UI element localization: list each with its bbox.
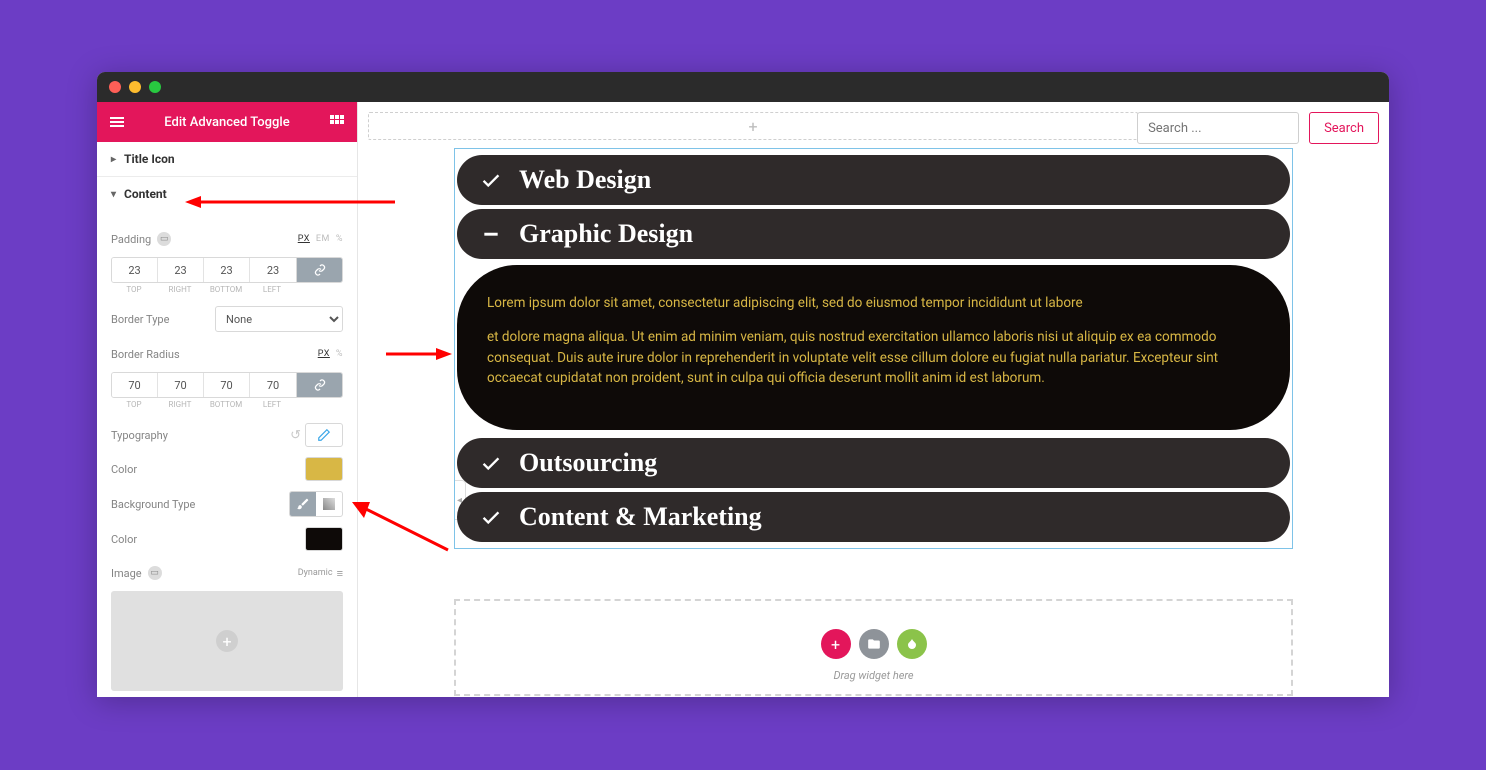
apps-grid-icon[interactable] [329,114,345,130]
accordion-item-2[interactable]: Graphic Design [457,209,1290,259]
accordion-widget[interactable]: Web Design Graphic Design Lorem ipsum do… [454,148,1293,549]
panel-content-toggle[interactable]: ▾Content [97,177,357,211]
link-values-icon[interactable] [296,258,342,282]
window-zoom-icon[interactable] [149,81,161,93]
padding-bottom[interactable] [204,258,250,282]
responsive-icon-2[interactable]: ▭ [148,566,162,580]
accordion-title-1: Web Design [519,165,651,195]
favorites-button[interactable] [897,629,927,659]
text-color-swatch[interactable] [305,457,343,481]
border-radius-label: Border Radius [111,348,318,361]
radius-unit-pct[interactable]: % [336,349,343,359]
accordion-title-3: Outsourcing [519,448,657,478]
radius-right[interactable] [158,373,204,397]
padding-inputs [111,257,343,283]
hamburger-icon[interactable] [109,114,125,130]
unit-px[interactable]: PX [298,234,310,244]
padding-top[interactable] [112,258,158,282]
minus-icon [479,224,503,244]
link-radius-icon[interactable] [296,373,342,397]
padding-right[interactable] [158,258,204,282]
check-icon [479,452,503,474]
unit-pct[interactable]: % [336,234,343,244]
window-minimize-icon[interactable] [129,81,141,93]
accordion-body: Lorem ipsum dolor sit amet, consectetur … [457,265,1290,430]
panel-title-icon-label: Title Icon [124,152,175,166]
add-section-button[interactable]: + [368,112,1138,140]
unit-em[interactable]: EM [316,234,330,244]
bg-color-swatch[interactable] [305,527,343,551]
image-label: Image▭ [111,566,298,580]
typography-reset-icon[interactable]: ↺ [290,428,301,443]
sidebar-header: Edit Advanced Toggle [97,102,357,142]
padding-units: PX EM % [298,234,343,244]
app-window: Edit Advanced Toggle ▸Title Icon ▾Conten… [97,72,1389,697]
border-type-label: Border Type [111,313,215,326]
border-type-select[interactable]: None [215,306,343,332]
add-widget-button[interactable]: + [821,629,851,659]
bg-type-gradient[interactable] [316,492,342,516]
bg-type-label: Background Type [111,498,289,511]
window-close-icon[interactable] [109,81,121,93]
bg-color-label: Color [111,533,305,546]
padding-label: Padding▭ [111,232,298,246]
bg-type-switch [289,491,343,517]
accordion-title-2: Graphic Design [519,219,693,249]
template-library-button[interactable] [859,629,889,659]
radius-unit-px[interactable]: PX [318,349,330,359]
accordion-body-p1: Lorem ipsum dolor sit amet, consectetur … [487,293,1260,313]
typography-edit-button[interactable] [305,423,343,447]
drop-zone-text: Drag widget here [456,669,1291,682]
text-color-label: Color [111,463,305,476]
image-well[interactable]: + [111,591,343,691]
responsive-icon[interactable]: ▭ [157,232,171,246]
panel-content: ▾Content Padding▭ PX EM % [97,177,357,697]
mac-titlebar [97,72,1389,102]
accordion-body-p2: et dolore magna aliqua. Ut enim ad minim… [487,327,1260,388]
add-image-icon: + [216,630,238,652]
bg-type-classic[interactable] [290,492,316,516]
accordion-item-1[interactable]: Web Design [457,155,1290,205]
radius-top[interactable] [112,373,158,397]
radius-left[interactable] [250,373,296,397]
border-radius-inputs [111,372,343,398]
check-icon [479,169,503,191]
accordion-item-4[interactable]: Content & Marketing [457,492,1290,542]
sidebar-title: Edit Advanced Toggle [164,115,289,130]
editor-canvas: + Search Web Design Graphic Design Lorem… [358,102,1389,697]
radius-bottom[interactable] [204,373,250,397]
accordion-item-3[interactable]: Outsourcing [457,438,1290,488]
check-icon [479,506,503,528]
typography-label: Typography [111,429,290,442]
panel-content-label: Content [124,187,167,201]
drop-zone[interactable]: + Drag widget here [454,599,1293,696]
padding-left[interactable] [250,258,296,282]
accordion-title-4: Content & Marketing [519,502,762,532]
editor-sidebar: Edit Advanced Toggle ▸Title Icon ▾Conten… [97,102,358,697]
panel-title-icon[interactable]: ▸Title Icon [97,142,357,177]
search-button[interactable]: Search [1309,112,1379,144]
search-input[interactable] [1137,112,1299,144]
dynamic-toggle[interactable]: Dynamic ≡ [298,567,343,580]
